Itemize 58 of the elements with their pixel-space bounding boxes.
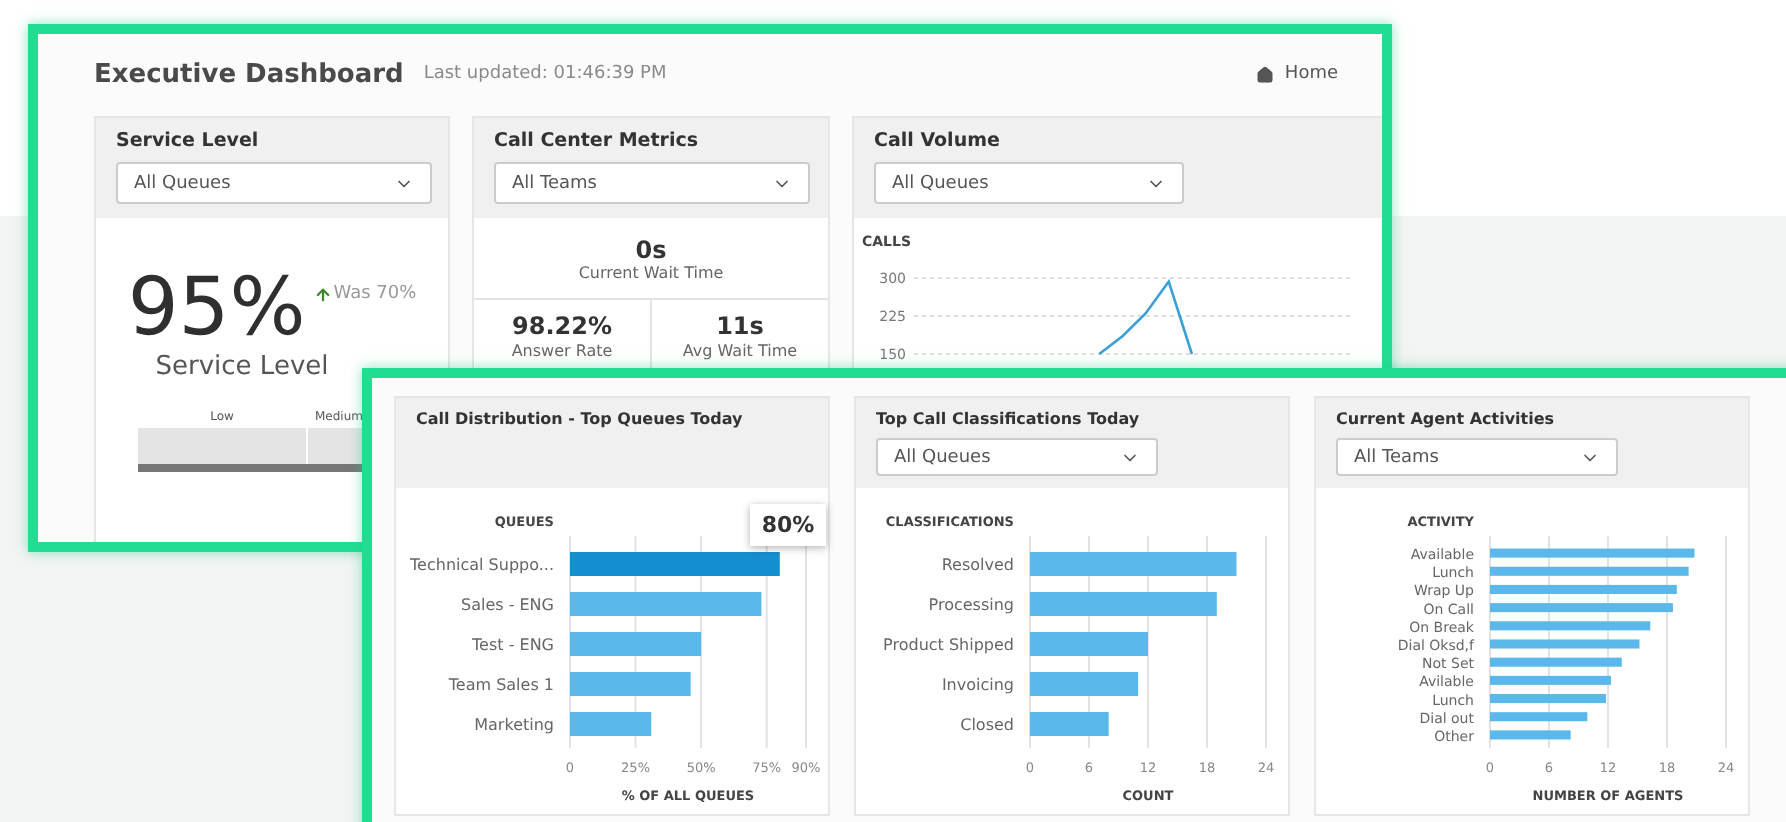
- filter-select[interactable]: All Queues: [116, 162, 432, 204]
- bar[interactable]: [1490, 712, 1588, 722]
- service-level-value: 95%: [127, 268, 306, 348]
- service-level-label: Service Level: [155, 352, 329, 382]
- bar[interactable]: [1490, 584, 1677, 594]
- bar[interactable]: [1030, 712, 1109, 736]
- category-label: Processing: [928, 596, 1014, 614]
- bar[interactable]: [1490, 621, 1651, 631]
- card-title: Current Agent Activities: [1336, 410, 1557, 428]
- home-icon: [1256, 65, 1275, 83]
- category-label: Sales - ENG: [460, 596, 554, 614]
- category-label: Closed: [960, 716, 1014, 734]
- category-label: Product Shipped: [883, 636, 1014, 654]
- bar[interactable]: [1490, 639, 1640, 649]
- metric-label: Avg Wait Time: [682, 342, 798, 360]
- card-title: Service Level: [116, 130, 261, 152]
- category-label: Marketing: [474, 716, 554, 734]
- metric-label: Current Wait Time: [578, 263, 724, 281]
- category-label: Test - ENG: [472, 636, 554, 654]
- last-updated: Last updated: 01:46:39 PM: [423, 64, 669, 84]
- bar[interactable]: [1490, 548, 1695, 558]
- metric-value: 0s: [635, 235, 667, 263]
- bar[interactable]: [570, 632, 702, 656]
- card-title: Call Volume: [874, 130, 1002, 152]
- home-link[interactable]: Home: [1256, 64, 1338, 84]
- filter-select[interactable]: All Teams: [1336, 438, 1618, 476]
- bar[interactable]: [570, 552, 780, 576]
- metric-label: Answer Rate: [511, 342, 613, 360]
- bar[interactable]: [1030, 552, 1237, 576]
- metric-value: 98.22%: [512, 312, 612, 340]
- bar[interactable]: [1490, 694, 1607, 704]
- bar[interactable]: [1490, 603, 1673, 613]
- card-title: Top Call Classifications Today: [876, 410, 1142, 428]
- bar[interactable]: [570, 672, 691, 696]
- trend-text: Was 70%: [313, 284, 417, 348]
- category-label: Team Sales 1: [448, 676, 554, 694]
- filter-select[interactable]: All Queues: [876, 438, 1158, 476]
- line-series: [1098, 278, 1194, 356]
- up-arrow-icon: [313, 285, 332, 303]
- filter-select[interactable]: All Teams: [494, 162, 810, 204]
- dashboard-title: Executive Dashboard: [94, 59, 404, 89]
- category-label: Invoicing: [941, 676, 1014, 694]
- filter-select[interactable]: All Queues: [874, 162, 1184, 204]
- bar[interactable]: [570, 592, 762, 616]
- bar[interactable]: [1030, 632, 1148, 656]
- bar[interactable]: [570, 712, 652, 736]
- bar[interactable]: [1490, 730, 1571, 740]
- card-title: Call Center Metrics: [494, 130, 701, 152]
- bar[interactable]: [1030, 592, 1217, 616]
- bar[interactable]: [1490, 657, 1622, 667]
- bar[interactable]: [1030, 672, 1139, 696]
- category-label: Technical Suppo...: [410, 556, 554, 574]
- card-title: Call Distribution - Top Queues Today: [416, 410, 745, 428]
- bar[interactable]: [1490, 566, 1689, 576]
- tooltip: 80%: [749, 504, 827, 546]
- category-label: Resolved: [941, 556, 1014, 574]
- metric-value: 11s: [716, 312, 764, 340]
- bar[interactable]: [1490, 675, 1611, 685]
